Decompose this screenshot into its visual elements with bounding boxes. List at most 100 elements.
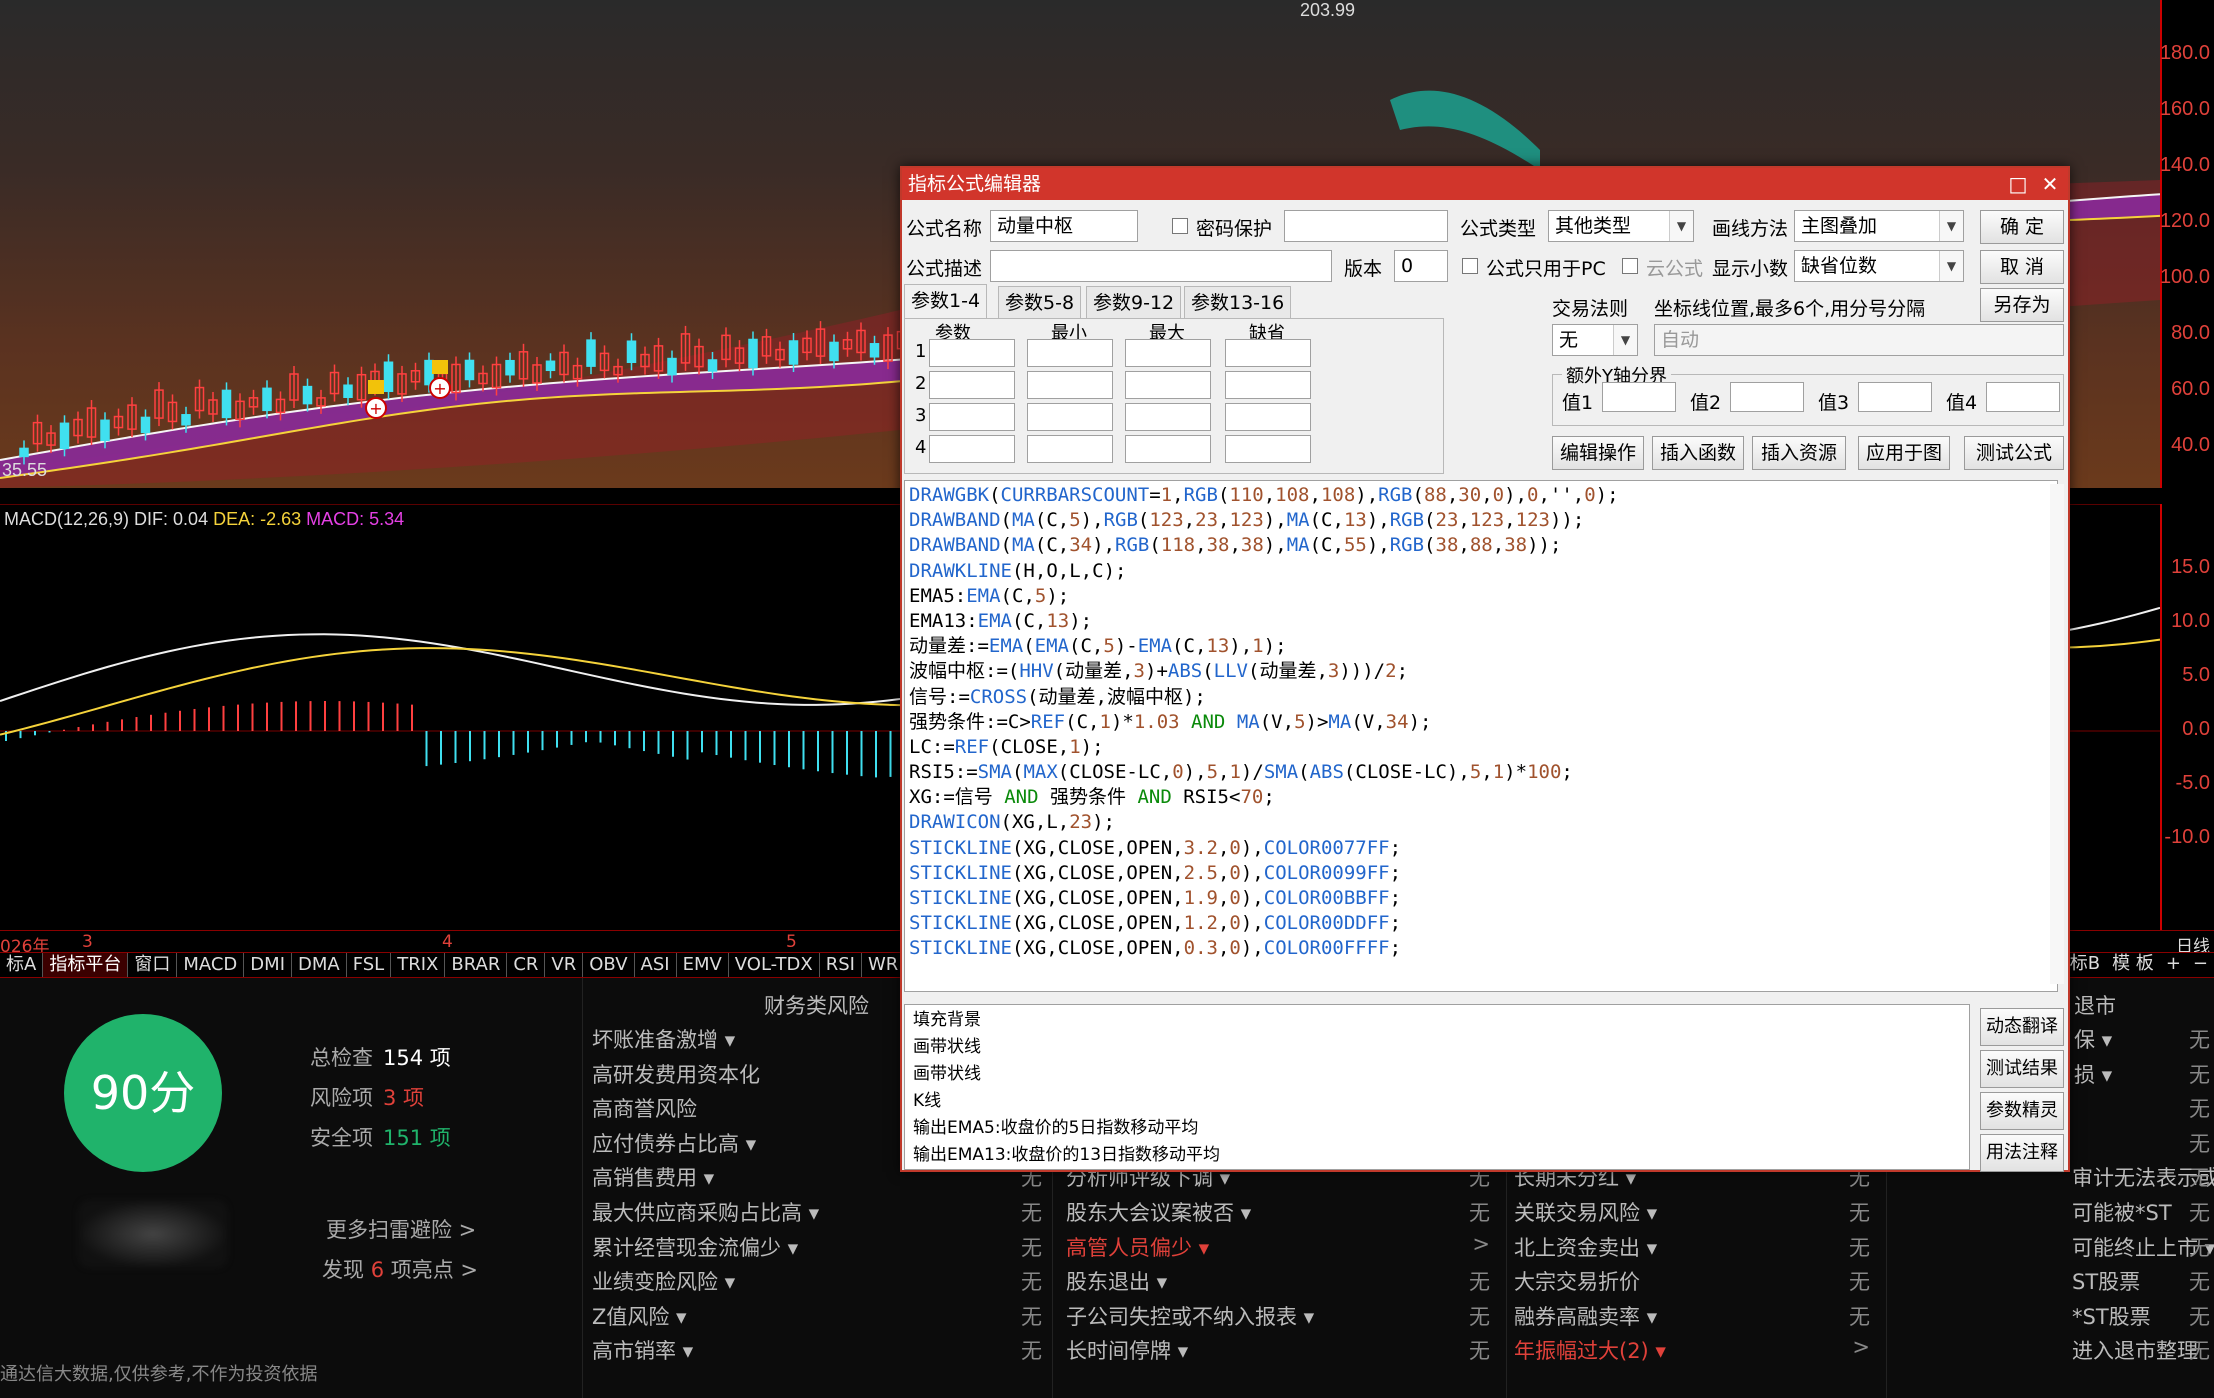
risk-item-label[interactable]: Z值风险 ▾	[592, 1301, 687, 1331]
risk-item-label[interactable]: 坏账准备激增 ▾	[592, 1024, 735, 1054]
side-action-button[interactable]: 测试结果	[1980, 1050, 2064, 1088]
risk-item-label[interactable]: 高销售费用 ▾	[592, 1162, 714, 1192]
indicator-tab[interactable]: DMI	[244, 953, 292, 977]
tab-params-1-4[interactable]: 参数1-4	[904, 284, 988, 318]
param-cell[interactable]	[1125, 403, 1211, 431]
risk-item-label[interactable]: 可能被*ST	[2072, 1197, 2172, 1227]
risk-item-label[interactable]: 股东退出 ▾	[1066, 1266, 1167, 1296]
save-as-button[interactable]: 另存为	[1980, 288, 2064, 322]
side-action-button[interactable]: 动态翻译	[1980, 1008, 2064, 1046]
risk-item-label[interactable]: 关联交易风险 ▾	[1514, 1197, 1657, 1227]
param-cell[interactable]	[1027, 371, 1113, 399]
version-input[interactable]: 0	[1394, 250, 1448, 282]
extra-y-input[interactable]	[1730, 382, 1804, 412]
extra-y-input[interactable]	[1602, 382, 1676, 412]
param-cell[interactable]	[929, 435, 1015, 463]
password-input[interactable]	[1284, 210, 1448, 242]
side-action-button[interactable]: 参数精灵	[1980, 1092, 2064, 1130]
risk-item-label[interactable]: ST股票	[2072, 1266, 2140, 1296]
editor-action-button[interactable]: 应用于图	[1858, 436, 1950, 470]
risk-item-label[interactable]: 融券高融卖率 ▾	[1514, 1301, 1657, 1331]
risk-item-label[interactable]: *ST股票	[2072, 1301, 2151, 1331]
extra-y-input[interactable]	[1858, 382, 1932, 412]
extra-y-input[interactable]	[1986, 382, 2060, 412]
param-cell[interactable]	[1027, 339, 1113, 367]
editor-action-button[interactable]: 编辑操作	[1552, 436, 1644, 470]
risk-item-label[interactable]: 损 ▾	[2074, 1059, 2112, 1089]
param-cell[interactable]	[929, 339, 1015, 367]
risk-item-label[interactable]: 长时间停牌 ▾	[1066, 1335, 1188, 1365]
param-cell[interactable]	[1125, 435, 1211, 463]
indicator-tab[interactable]: CR	[507, 953, 546, 977]
risk-item-label[interactable]: 最大供应商采购占比高 ▾	[592, 1197, 819, 1227]
formula-type-select[interactable]: 其他类型 ▼	[1548, 210, 1694, 242]
cloud-checkbox[interactable]	[1622, 258, 1638, 274]
indicator-tab[interactable]: BRAR	[445, 953, 508, 977]
param-cell[interactable]	[1125, 339, 1211, 367]
risk-item-label[interactable]: 业绩变脸风险 ▾	[592, 1266, 735, 1296]
formula-code-editor[interactable]: DRAWGBK(CURRBARSCOUNT=1,RGB(110,108,108)…	[904, 480, 2058, 992]
draw-method-select[interactable]: 主图叠加 ▼	[1794, 210, 1964, 242]
indicator-tab-right[interactable]: +	[2160, 952, 2187, 978]
maximize-icon[interactable]: □	[2004, 168, 2032, 200]
formula-output-list[interactable]: 填充背景 画带状线 画带状线 K线 输出EMA5:收盘价的5日指数移动平均 输出EMA13…	[904, 1004, 1970, 1170]
risk-item-label[interactable]: 应付债券占比高 ▾	[592, 1128, 756, 1158]
indicator-tab[interactable]: MACD	[177, 953, 245, 977]
param-cell[interactable]	[929, 371, 1015, 399]
param-cell[interactable]	[1027, 403, 1113, 431]
indicator-tab[interactable]: FSL	[347, 953, 392, 977]
cancel-button[interactable]: 取 消	[1980, 250, 2064, 284]
confirm-button[interactable]: 确 定	[1980, 210, 2064, 244]
dialog-titlebar[interactable]: 指标公式编辑器 □ ✕	[902, 168, 2068, 200]
indicator-tab[interactable]: RSI	[820, 953, 862, 977]
risk-item-label[interactable]: 保 ▾	[2074, 1024, 2112, 1054]
param-cell[interactable]	[1125, 371, 1211, 399]
param-cell[interactable]	[1225, 339, 1311, 367]
indicator-tab[interactable]: VR	[545, 953, 584, 977]
risk-item-label[interactable]: 高管人员偏少 ▾	[1066, 1232, 1209, 1262]
trade-rule-select[interactable]: 无 ▼	[1552, 324, 1638, 356]
code-scrollbar[interactable]	[2050, 484, 2064, 984]
more-scan-link[interactable]: 更多扫雷避险 >	[326, 1214, 476, 1244]
param-cell[interactable]	[1225, 371, 1311, 399]
editor-action-button[interactable]: 插入资源	[1752, 436, 1846, 470]
decimal-select[interactable]: 缺省位数 ▼	[1794, 250, 1964, 282]
indicator-tab[interactable]: TRIX	[391, 953, 446, 977]
tab-params-13-16[interactable]: 参数13-16	[1184, 286, 1292, 318]
risk-item-label[interactable]: 累计经营现金流偏少 ▾	[592, 1232, 798, 1262]
indicator-tab[interactable]: 标A	[0, 953, 44, 977]
indicator-tab[interactable]: ASI	[635, 953, 677, 977]
param-cell[interactable]	[1225, 435, 1311, 463]
risk-item-label[interactable]: 高市销率 ▾	[592, 1335, 693, 1365]
risk-item-label[interactable]: 子公司失控或不纳入报表 ▾	[1066, 1301, 1314, 1331]
tab-params-9-12[interactable]: 参数9-12	[1086, 286, 1182, 318]
indicator-tab-right[interactable]: 模 板	[2106, 952, 2160, 978]
param-cell[interactable]	[1027, 435, 1113, 463]
indicator-tab[interactable]: OBV	[583, 953, 635, 977]
risk-item-label[interactable]: 北上资金卖出 ▾	[1514, 1232, 1657, 1262]
indicator-tab[interactable]: VOL-TDX	[729, 953, 820, 977]
indicator-tab-right[interactable]: 标B	[2064, 952, 2106, 978]
risk-item-label[interactable]: 股东大会议案被否 ▾	[1066, 1197, 1251, 1227]
param-cell[interactable]	[929, 403, 1015, 431]
tab-params-5-8[interactable]: 参数5-8	[998, 286, 1082, 318]
pc-only-checkbox[interactable]	[1462, 258, 1478, 274]
editor-action-button[interactable]: 插入函数	[1652, 436, 1744, 470]
risk-item-label[interactable]: 年振幅过大(2) ▾	[1514, 1335, 1666, 1365]
formula-desc-input[interactable]	[990, 250, 1332, 282]
side-action-button[interactable]: 用法注释	[1980, 1134, 2064, 1172]
indicator-tab[interactable]: WR	[862, 953, 906, 977]
risk-item-label[interactable]: 高商誉风险	[592, 1093, 697, 1123]
risk-item-label[interactable]: 高研发费用资本化	[592, 1059, 760, 1089]
param-cell[interactable]	[1225, 403, 1311, 431]
indicator-tab-right[interactable]: −	[2187, 952, 2214, 978]
close-icon[interactable]: ✕	[2036, 168, 2064, 200]
risk-item-label[interactable]: 大宗交易折价	[1514, 1266, 1640, 1296]
indicator-tab[interactable]: DMA	[292, 953, 347, 977]
editor-action-button[interactable]: 测试公式	[1964, 436, 2064, 470]
indicator-tab[interactable]: 窗口	[128, 953, 178, 977]
highlights-link[interactable]: 发现 6 项亮点 >	[322, 1254, 478, 1284]
indicator-tab[interactable]: 指标平台	[43, 953, 129, 977]
formula-name-input[interactable]: 动量中枢	[990, 210, 1138, 242]
indicator-tab[interactable]: EMV	[677, 953, 729, 977]
